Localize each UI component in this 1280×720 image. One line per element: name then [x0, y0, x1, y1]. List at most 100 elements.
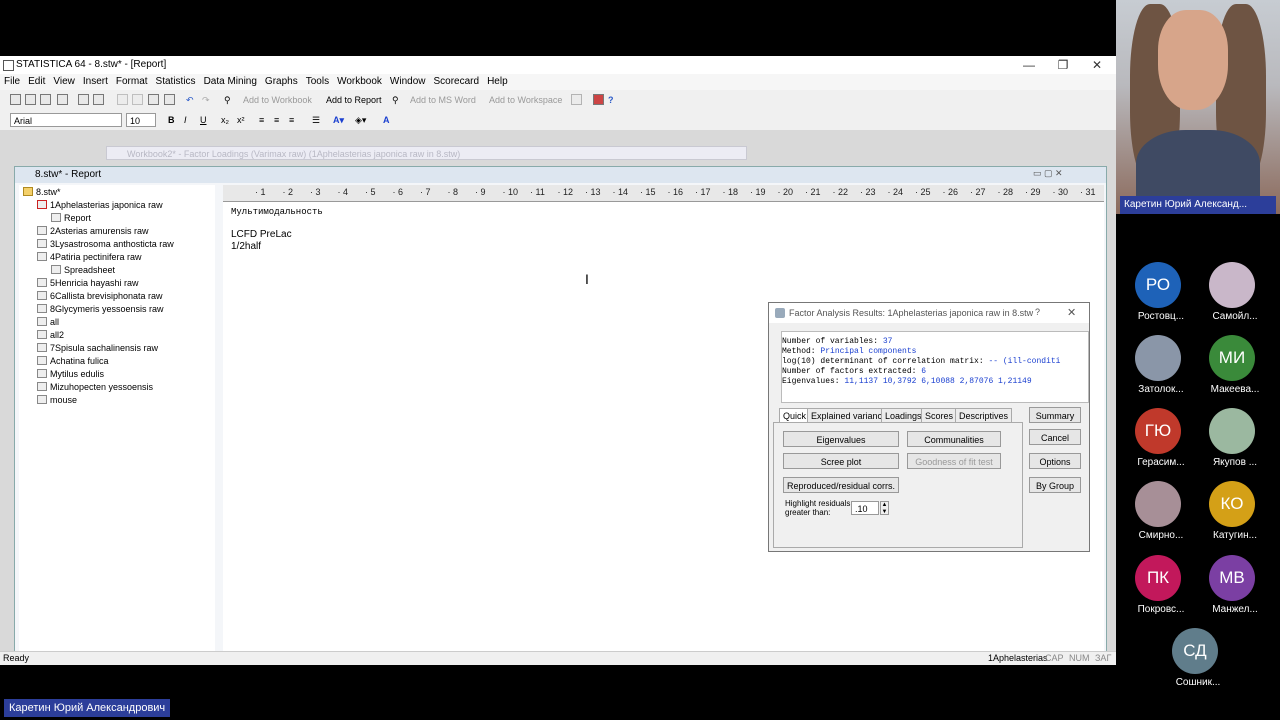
- menu-workbook[interactable]: Workbook: [333, 74, 386, 87]
- highlight-residuals-input[interactable]: .10: [851, 501, 879, 515]
- underline-icon[interactable]: U: [200, 114, 207, 127]
- align-center-icon[interactable]: ≡: [274, 114, 279, 127]
- format-painter-icon[interactable]: [164, 94, 175, 105]
- menu-graphs[interactable]: Graphs: [261, 74, 302, 87]
- bold-icon[interactable]: B: [168, 114, 175, 127]
- options-button[interactable]: Options: [1029, 453, 1081, 469]
- menu-file[interactable]: File: [0, 74, 24, 87]
- participant-tile[interactable]: РО Ростовц...: [1126, 262, 1196, 332]
- dialog-close-icon[interactable]: ✕: [1067, 306, 1076, 319]
- subscript-icon[interactable]: x₂: [221, 114, 229, 127]
- undo-icon[interactable]: ↶: [186, 94, 194, 107]
- tree-item[interactable]: Achatina fulica: [37, 356, 109, 366]
- participant-tile[interactable]: Самойл...: [1200, 262, 1270, 332]
- tree-item[interactable]: 7Spisula sachalinensis raw: [37, 343, 158, 353]
- goodness-of-fit-button[interactable]: Goodness of fit test: [907, 453, 1001, 469]
- background-workbook-window[interactable]: Workbook2* - Factor Loadings (Varimax ra…: [106, 146, 747, 160]
- reproduced-residual-button[interactable]: Reproduced/residual corrs.: [783, 477, 899, 493]
- tree-item[interactable]: 5Henricia hayashi raw: [37, 278, 139, 288]
- tree-item[interactable]: all2: [37, 330, 64, 340]
- font-select[interactable]: Arial: [10, 113, 122, 127]
- cut-icon[interactable]: [117, 94, 128, 105]
- eigenvalues-button[interactable]: Eigenvalues: [783, 431, 899, 447]
- highlight-color-icon[interactable]: ◈▾: [355, 114, 366, 127]
- bullets-icon[interactable]: ☰: [312, 114, 320, 127]
- participant-tile[interactable]: КО Катугин...: [1200, 481, 1270, 551]
- participant-tile[interactable]: Смирно...: [1126, 481, 1196, 551]
- help-icon[interactable]: ?: [608, 94, 614, 107]
- tab-descriptives[interactable]: Descriptives: [955, 408, 1013, 423]
- tree-item[interactable]: 4Patiria pectinifera raw: [37, 252, 142, 262]
- tree-item[interactable]: Report: [51, 213, 91, 223]
- spinner-icon[interactable]: ▲ ▼: [880, 501, 889, 515]
- by-group-button[interactable]: By Group: [1029, 477, 1081, 493]
- participant-tile[interactable]: ПК Покровс...: [1126, 555, 1196, 625]
- tab-loadings[interactable]: Loadings: [881, 408, 926, 423]
- participant-tile[interactable]: МВ Манжел...: [1200, 555, 1270, 625]
- text-style-icon[interactable]: A: [383, 114, 390, 127]
- menu-data-mining[interactable]: Data Mining: [200, 74, 261, 87]
- scree-plot-button[interactable]: Scree plot: [783, 453, 899, 469]
- tree-item[interactable]: 6Callista brevisiphonata raw: [37, 291, 163, 301]
- superscript-icon[interactable]: x²: [237, 114, 245, 127]
- summary-button[interactable]: Summary: [1029, 407, 1081, 423]
- tree-item[interactable]: 2Asterias amurensis raw: [37, 226, 149, 236]
- font-size-select[interactable]: 10: [126, 113, 156, 127]
- communalities-button[interactable]: Communalities: [907, 431, 1001, 447]
- participant-tile[interactable]: СД Сошник...: [1163, 628, 1233, 698]
- add-to-msword-button[interactable]: Add to MS Word: [410, 94, 476, 107]
- tab-quick[interactable]: Quick: [779, 408, 811, 423]
- tree-item[interactable]: all: [37, 317, 59, 327]
- tree-item[interactable]: 1Aphelasterias japonica raw: [37, 200, 163, 210]
- pdf-icon[interactable]: [57, 94, 68, 105]
- print-icon[interactable]: [78, 94, 89, 105]
- participant-tile[interactable]: Якупов ...: [1200, 408, 1270, 478]
- restore-icon[interactable]: ❐: [1046, 56, 1080, 74]
- tree-item[interactable]: 8Glycymeris yessoensis raw: [37, 304, 164, 314]
- tree-item[interactable]: mouse: [37, 395, 77, 405]
- menu-window[interactable]: Window: [386, 74, 430, 87]
- close-icon[interactable]: ✕: [1080, 56, 1114, 74]
- menu-statistics[interactable]: Statistics: [152, 74, 200, 87]
- tab-scores[interactable]: Scores: [921, 408, 958, 423]
- participant-tile[interactable]: МИ Макеева...: [1200, 335, 1270, 405]
- add-to-report-button[interactable]: Add to Report: [326, 94, 382, 107]
- align-left-icon[interactable]: ≡: [259, 114, 264, 127]
- binoculars2-icon[interactable]: ⚲: [392, 94, 399, 107]
- menu-edit[interactable]: Edit: [24, 74, 49, 87]
- workspace-icon[interactable]: [571, 94, 582, 105]
- add-to-workspace-button[interactable]: Add to Workspace: [489, 94, 562, 107]
- italic-icon[interactable]: I: [184, 114, 187, 127]
- menu-tools[interactable]: Tools: [302, 74, 333, 87]
- print-preview-icon[interactable]: [93, 94, 104, 105]
- menu-scorecard[interactable]: Scorecard: [430, 74, 484, 87]
- tree-item[interactable]: 3Lysastrosoma anthosticta raw: [37, 239, 174, 249]
- menu-help[interactable]: Help: [483, 74, 512, 87]
- minimize-icon[interactable]: —: [1012, 56, 1046, 74]
- menu-insert[interactable]: Insert: [79, 74, 112, 87]
- participant-tile[interactable]: ГЮ Герасим...: [1126, 408, 1196, 478]
- tree-item[interactable]: Mytilus edulis: [37, 369, 104, 379]
- cancel-button[interactable]: Cancel: [1029, 429, 1081, 445]
- menu-view[interactable]: View: [49, 74, 79, 87]
- report-window-controls[interactable]: ▭ ▢ ✕: [1033, 168, 1099, 181]
- tree-item[interactable]: Spreadsheet: [51, 265, 115, 275]
- tab-explained-variance[interactable]: Explained variance: [807, 408, 892, 423]
- redo-icon[interactable]: ↷: [202, 94, 210, 107]
- menu-format[interactable]: Format: [112, 74, 152, 87]
- statistica-icon[interactable]: [593, 94, 604, 105]
- paste-icon[interactable]: [148, 94, 159, 105]
- tree-item[interactable]: Mizuhopecten yessoensis: [37, 382, 153, 392]
- tree-root[interactable]: 8.stw*: [23, 187, 61, 197]
- participant-tile[interactable]: Затолок...: [1126, 335, 1196, 405]
- new-icon[interactable]: [10, 94, 21, 105]
- copy-icon[interactable]: [132, 94, 143, 105]
- ruler[interactable]: · 1 · 2 · 3 · 4 · 5 · 6 · 7 · 8 · 9 · 10 · 11 · 12 ·…: [223, 185, 1104, 202]
- save-icon[interactable]: [40, 94, 51, 105]
- binoculars-icon[interactable]: ⚲: [224, 94, 231, 107]
- open-icon[interactable]: [25, 94, 36, 105]
- add-to-workbook-button[interactable]: Add to Workbook: [243, 94, 312, 107]
- font-color-icon[interactable]: A▾: [333, 114, 344, 127]
- align-right-icon[interactable]: ≡: [289, 114, 294, 127]
- dialog-help-icon[interactable]: ?: [1035, 307, 1040, 317]
